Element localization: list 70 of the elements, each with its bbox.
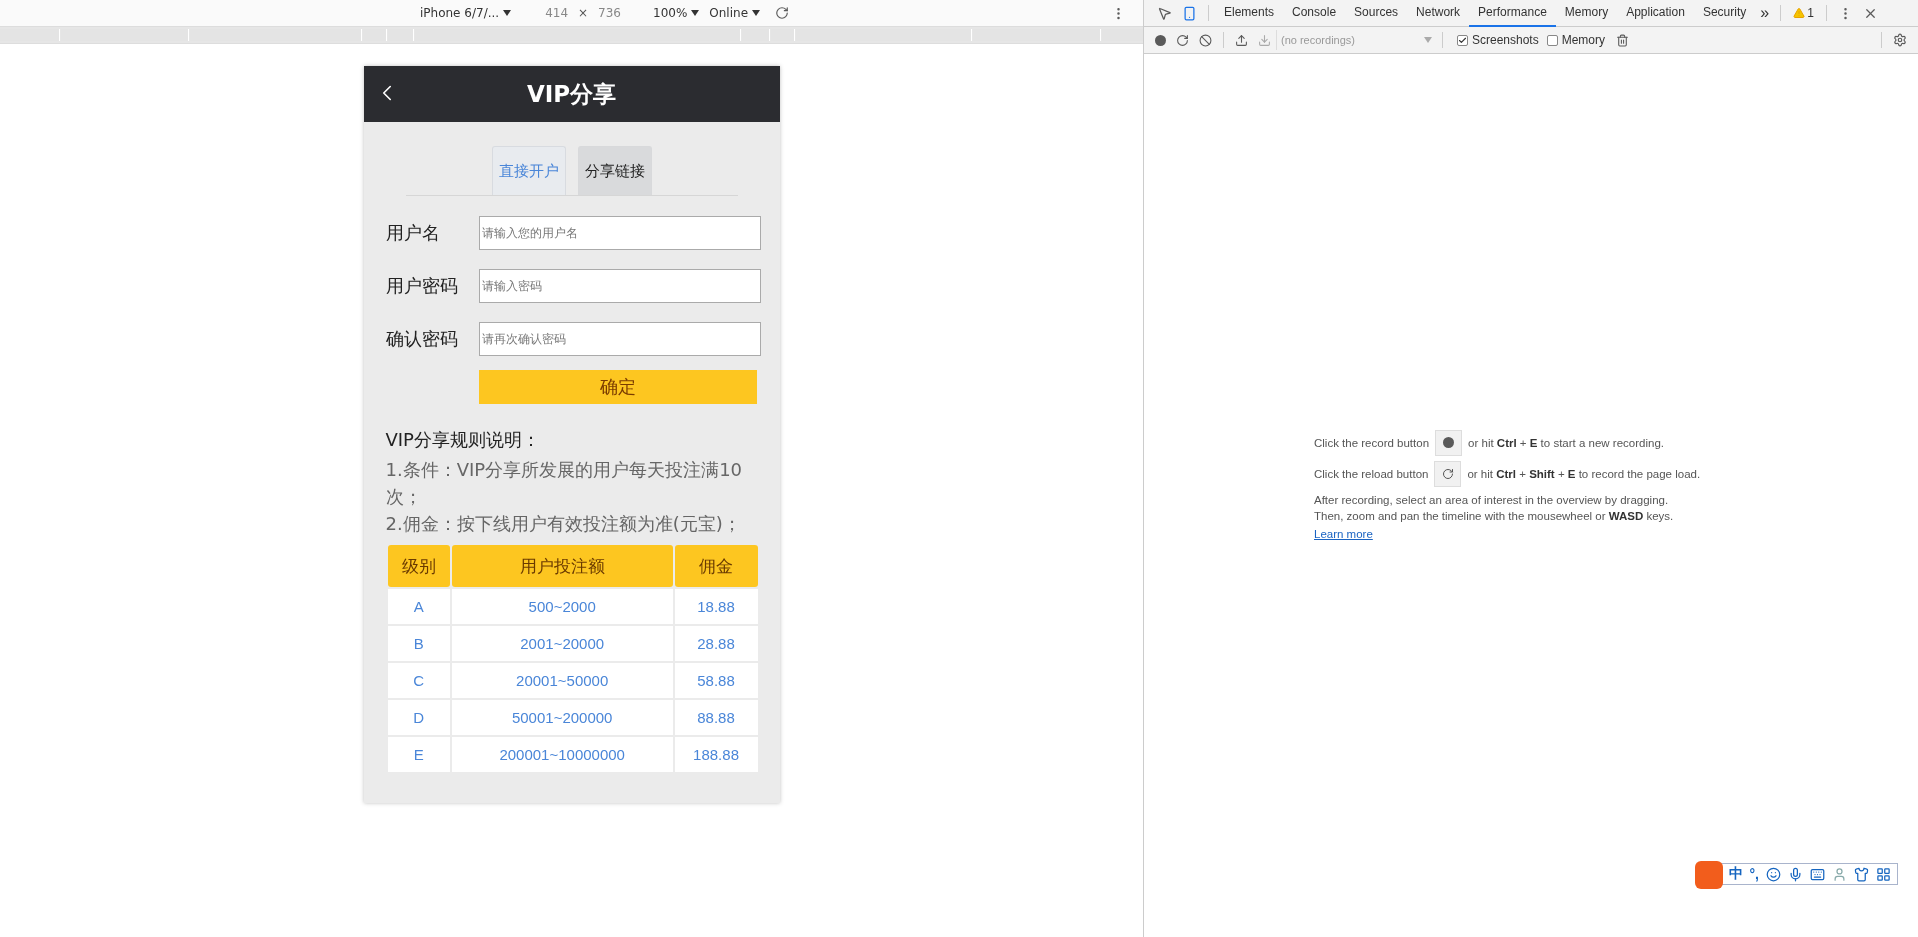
rules-title: VIP分享规则说明： xyxy=(385,428,541,452)
devtools-tab[interactable]: Console xyxy=(1283,0,1346,27)
grid-icon[interactable] xyxy=(1876,866,1891,882)
checkbox[interactable] xyxy=(1546,34,1558,46)
more-tabs-button[interactable]: » xyxy=(1755,4,1775,22)
info-text: Then, zoom and pan the timeline with the mousewheel or WASD keys. xyxy=(1314,508,1675,524)
column-header: 用户投注额 xyxy=(451,545,673,587)
table-cell: 18.88 xyxy=(674,589,758,624)
width-value: 414 xyxy=(545,6,569,20)
learn-more-link[interactable]: Learn more xyxy=(1314,527,1373,540)
devtools-tab[interactable]: Elements xyxy=(1215,0,1284,27)
devtools-tab[interactable]: Sources xyxy=(1345,0,1408,27)
devtools-tab[interactable]: Network xyxy=(1407,0,1470,27)
keyboard-icon[interactable] xyxy=(1810,866,1825,882)
hint-text: Click the record button xyxy=(1314,436,1430,449)
table-cell: 188.88 xyxy=(674,737,758,772)
table-cell: 28.88 xyxy=(674,626,758,661)
times-sign: × xyxy=(578,6,589,20)
reload-button[interactable] xyxy=(1434,460,1462,487)
table-cell: 200001~10000000 xyxy=(451,737,673,772)
table-cell: E xyxy=(387,737,450,772)
devtools-tab[interactable]: Application xyxy=(1617,0,1694,27)
ime-logo xyxy=(1694,861,1723,889)
table-cell: 58.88 xyxy=(674,663,758,698)
ime-mode[interactable]: 中 xyxy=(1728,865,1743,883)
zoom-select[interactable]: 100% xyxy=(653,6,700,20)
devtools-tab[interactable]: Security xyxy=(1693,0,1756,27)
hint-text: Click the reload button xyxy=(1314,467,1429,480)
warning-count: 1 xyxy=(1807,6,1814,20)
hint-text: or hit Ctrl + E to start a new recording. xyxy=(1468,436,1664,449)
rule-text: 1.条件：VIP分享所发展的用户每天投注满10次； xyxy=(385,458,744,509)
smile-icon[interactable] xyxy=(1766,866,1781,882)
table-cell: C xyxy=(387,663,450,698)
record-dot-icon xyxy=(1443,437,1455,448)
info-text: After recording, select an area of interest in the overview by dragging. xyxy=(1314,492,1670,508)
table-cell: D xyxy=(387,700,450,735)
table-cell: 2001~20000 xyxy=(451,626,673,661)
rule-text: 2.佣金：按下线用户有效投注额为准(元宝)； xyxy=(385,512,742,536)
confirm-button[interactable]: 确定 xyxy=(478,370,757,404)
warning-icon xyxy=(1793,7,1806,19)
checkbox-label: Screenshots xyxy=(1472,33,1539,47)
table-cell: 500~2000 xyxy=(451,589,673,624)
table-cell: 50001~200000 xyxy=(451,700,673,735)
field-label: 确认密码 xyxy=(385,327,459,351)
table-cell: 20001~50000 xyxy=(451,663,673,698)
column-header: 佣金 xyxy=(674,545,758,587)
shirt-icon[interactable] xyxy=(1854,866,1869,882)
input-field[interactable]: 请再次确认密码 xyxy=(478,322,761,356)
field-label: 用户名 xyxy=(385,221,441,245)
column-header: 级别 xyxy=(387,545,450,587)
devtools-tab[interactable]: Memory xyxy=(1555,0,1618,27)
ime-mode[interactable]: °, xyxy=(1749,866,1759,882)
field-label: 用户密码 xyxy=(385,274,459,298)
input-field[interactable]: 请输入密码 xyxy=(478,269,761,303)
microphone-icon[interactable] xyxy=(1788,866,1803,882)
table-cell: B xyxy=(387,626,450,661)
table-cell: A xyxy=(387,589,450,624)
network-select[interactable]: Online xyxy=(709,6,761,20)
table-cell: 88.88 xyxy=(674,700,758,735)
tab[interactable]: 分享链接 xyxy=(577,146,652,195)
device-select[interactable]: iPhone 6/7/... xyxy=(420,6,512,20)
check-icon xyxy=(1458,35,1467,45)
page-title: VIP分享 xyxy=(526,79,617,109)
checkbox-label: Memory xyxy=(1561,33,1606,47)
hint-text: or hit Ctrl + Shift + E to record the page load. xyxy=(1467,467,1701,480)
reload-icon xyxy=(1441,467,1454,480)
checkbox[interactable] xyxy=(1457,34,1468,46)
record-button[interactable] xyxy=(1435,429,1463,456)
input-field[interactable]: 请输入您的用户名 xyxy=(478,216,761,250)
height-value: 736 xyxy=(598,6,621,20)
